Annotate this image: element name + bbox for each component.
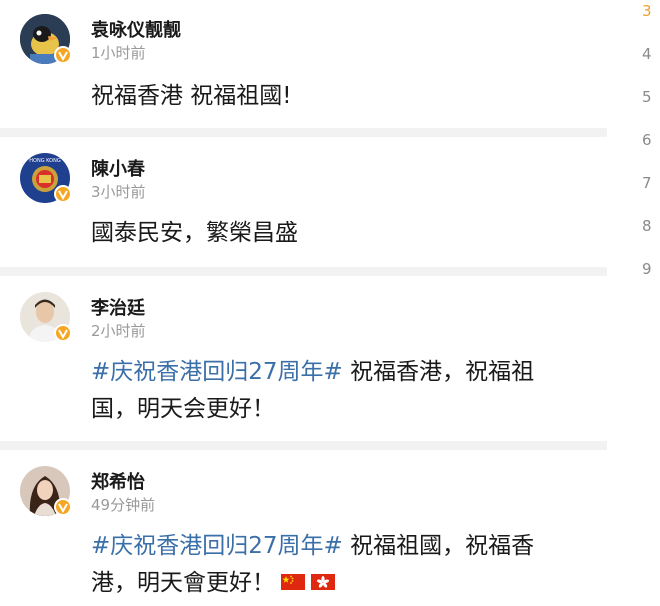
comment-text: 祝福香港 祝福祖國!	[91, 83, 292, 109]
comment-text: #庆祝香港回归27周年# 祝福祖國，祝福香 港，明天會更好！	[91, 528, 591, 602]
comment-text-line: 港，明天會更好！	[91, 570, 275, 596]
china-flag-icon	[281, 565, 305, 602]
comment-item: 李治廷 2小时前 #庆祝香港回归27周年# 祝福香港，祝福祖 国，明天会更好！	[0, 276, 607, 441]
hashtag-link[interactable]: #庆祝香港回归27周年#	[91, 359, 343, 385]
comment-text: #庆祝香港回归27周年# 祝福香港，祝福祖 国，明天会更好！	[91, 354, 591, 428]
timestamp: 1小时前	[91, 44, 146, 62]
verified-badge-icon	[54, 498, 72, 516]
comment-text-line: 祝福祖國，祝福香	[342, 533, 535, 559]
username[interactable]: 袁咏仪靓靓	[91, 16, 181, 42]
comment-feed: 袁咏仪靓靓 1小时前 祝福香港 祝福祖國! HONG KONG 陳小春 3小时前…	[0, 0, 607, 606]
page-index-item[interactable]: 9	[607, 260, 660, 278]
comment-item: HONG KONG 陳小春 3小时前 國泰民安，繁榮昌盛	[0, 137, 607, 267]
timestamp: 2小时前	[91, 322, 146, 340]
comment-text: 國泰民安，繁榮昌盛	[91, 220, 298, 246]
hong-kong-flag-icon	[311, 565, 335, 602]
timestamp: 3小时前	[91, 183, 146, 201]
hashtag-link[interactable]: #庆祝香港回归27周年#	[91, 533, 343, 559]
page-index-item[interactable]: 6	[607, 131, 660, 149]
username[interactable]: 陳小春	[91, 155, 145, 181]
page-index-item[interactable]: 4	[607, 45, 660, 63]
page-index-item[interactable]: 8	[607, 217, 660, 235]
verified-badge-icon	[54, 324, 72, 342]
timestamp: 49分钟前	[91, 496, 156, 514]
username[interactable]: 郑希怡	[91, 468, 145, 494]
username[interactable]: 李治廷	[91, 294, 145, 320]
comment-text-line: 祝福香港，祝福祖	[342, 359, 535, 385]
page-index-item[interactable]: 7	[607, 174, 660, 192]
svg-text:HONG KONG: HONG KONG	[29, 158, 61, 164]
verified-badge-icon	[54, 46, 72, 64]
page-index-item[interactable]: 3	[607, 2, 660, 20]
verified-badge-icon	[54, 185, 72, 203]
comment-item: 郑希怡 49分钟前 #庆祝香港回归27周年# 祝福祖國，祝福香 港，明天會更好！	[0, 450, 607, 606]
page-index-item[interactable]: 5	[607, 88, 660, 106]
comment-item: 袁咏仪靓靓 1小时前 祝福香港 祝福祖國!	[0, 0, 607, 128]
page-index: 3 4 5 6 7 8 9	[607, 0, 660, 606]
comment-text-line: 国，明天会更好！	[91, 396, 275, 422]
